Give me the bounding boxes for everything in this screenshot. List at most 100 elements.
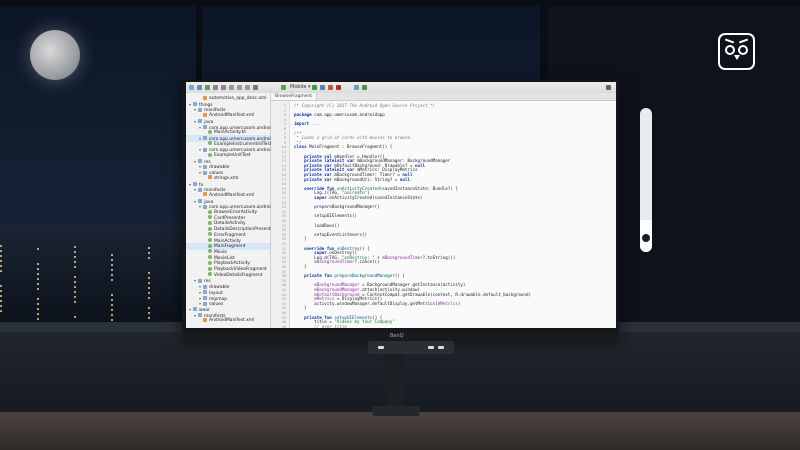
code-line: private var mBackgroundUri: String? = nu… — [294, 177, 410, 183]
kotlin-file-icon — [208, 266, 212, 271]
window-frame-top — [0, 0, 800, 6]
xml-file-icon — [203, 192, 207, 197]
code-line: } — [294, 305, 307, 311]
kotlin-file-icon — [208, 249, 212, 254]
code-token: // over title — [294, 323, 347, 328]
sdk-manager-icon[interactable] — [354, 85, 359, 90]
code-token: private var — [294, 176, 332, 182]
undo-icon[interactable] — [213, 85, 218, 90]
editor-tab-bar: BrowseFragment — [271, 93, 616, 101]
code-editor[interactable]: /* Copyright (C) 2017 The Android Open S… — [290, 101, 616, 328]
code-token: class — [294, 144, 307, 150]
monitor-arm — [386, 352, 404, 412]
code-token: } — [294, 236, 307, 242]
code-token: (savedInstanceState: Bundle?) { — [379, 185, 458, 191]
paste-icon[interactable] — [245, 85, 250, 90]
run-icon[interactable] — [312, 85, 317, 90]
monitor-logo: BenQ — [390, 333, 404, 339]
code-token: /* Copyright (C) 2017 The Android Open S… — [294, 103, 436, 108]
moon — [30, 30, 80, 80]
profile-icon[interactable] — [328, 85, 333, 90]
code-token: package — [294, 112, 312, 118]
owl-brow — [738, 38, 749, 44]
tree-item[interactable]: AndroidManifest.xml — [186, 317, 270, 324]
search-icon[interactable] — [606, 85, 611, 90]
kotlin-file-icon — [208, 226, 212, 231]
kotlin-file-icon — [208, 238, 212, 242]
code-line: class MainFragment : BrowseFragment() { — [294, 144, 392, 150]
kotlin-file-icon — [208, 243, 212, 248]
code-token: loadRows() — [294, 222, 340, 228]
kotlin-file-icon — [208, 220, 212, 225]
code-token: } — [294, 305, 307, 311]
code-token: ... — [309, 121, 320, 127]
code-line: setupUIElements() — [294, 213, 357, 219]
code-token: private fun — [294, 273, 332, 279]
owl-brow — [724, 38, 735, 44]
code-token: ?.toString()) — [422, 254, 456, 260]
code-token: activity.windowManager.defaultDisplay.ge… — [294, 300, 438, 306]
code-token: com.app.umercusom.androidapp — [311, 112, 385, 118]
kotlin-file-icon — [208, 232, 212, 237]
code-token: mBackgroundTimer — [382, 254, 423, 260]
owl-eye — [725, 45, 735, 55]
code-token: setupUIElements() — [294, 213, 358, 219]
code-token: = ContextCompat.getDrawable(context, R.d… — [359, 291, 531, 297]
tab-browsefragment[interactable]: BrowseFragment — [271, 93, 317, 100]
kotlin-file-icon — [208, 215, 212, 220]
code-line: } — [294, 236, 307, 242]
code-token: prepareBackgroundManager — [331, 273, 395, 279]
code-line: /* Copyright (C) 2017 The Android Open S… — [294, 103, 435, 109]
desk — [0, 412, 800, 450]
code-line: import ... — [294, 121, 319, 127]
code-token: mBackgroundUri: String? = — [331, 176, 400, 182]
owl-logo-icon — [718, 33, 755, 70]
code-line: super.onActivityCreated(savedInstanceSta… — [294, 195, 422, 201]
sync-icon[interactable] — [205, 85, 210, 90]
open-icon[interactable] — [189, 85, 194, 90]
kotlin-file-icon — [208, 129, 212, 134]
save-icon[interactable] — [197, 85, 202, 90]
code-token: * Loads a grid of cards with movies to b… — [294, 135, 413, 141]
copy-icon[interactable] — [237, 85, 242, 90]
code-line: package com.app.umercusom.androidapp — [294, 112, 385, 118]
cut-icon[interactable] — [229, 85, 234, 90]
xml-file-icon — [203, 95, 207, 100]
code-token: () { — [359, 245, 370, 251]
stop-icon[interactable] — [336, 85, 341, 90]
debug-icon[interactable] — [320, 85, 325, 90]
code-token: prepareBackgroundManager() — [294, 204, 380, 210]
xml-file-icon — [203, 112, 207, 117]
code-token: MainFragment : BrowseFragment() { — [306, 144, 393, 150]
tree-item-label: AndroidManifest.xml — [209, 318, 255, 324]
project-panel: automotive_app_desc.xml ▾ things ▾ manifests… — [186, 93, 282, 328]
ide-window: Mobile ▾ automotive_app_desc.xml ▾ things ▾… — [186, 82, 616, 328]
light-bar-led — [428, 346, 434, 349]
code-line: private fun prepareBackgroundManager() { — [294, 273, 405, 279]
avd-manager-icon[interactable] — [362, 85, 367, 90]
code-token: } — [294, 264, 307, 269]
kotlin-file-icon — [208, 272, 212, 277]
find-icon[interactable] — [253, 85, 258, 90]
line-number: 49 — [281, 324, 286, 328]
monitor-clamp — [372, 406, 420, 416]
monitor-light-bar — [368, 341, 454, 354]
code-line: activity.windowManager.defaultDisplay.ge… — [294, 301, 460, 307]
xml-file-icon — [208, 175, 212, 180]
kotlin-file-icon — [208, 141, 212, 146]
kotlin-file-icon — [208, 260, 212, 265]
run-config-select[interactable]: Mobile ▾ — [290, 84, 311, 90]
redo-icon[interactable] — [221, 85, 226, 90]
owl-eye — [738, 45, 748, 55]
code-line: } — [294, 264, 307, 270]
code-token: import — [294, 121, 310, 127]
owl-beak — [734, 55, 740, 60]
light-bar-led — [438, 346, 444, 349]
code-token: null — [399, 176, 410, 182]
code-line: loadRows() — [294, 223, 339, 229]
kotlin-file-icon — [208, 255, 212, 260]
brightness-slider[interactable] — [640, 108, 652, 252]
xml-file-icon — [203, 317, 207, 322]
hammer-icon[interactable] — [281, 85, 286, 90]
sun-icon — [642, 234, 650, 242]
